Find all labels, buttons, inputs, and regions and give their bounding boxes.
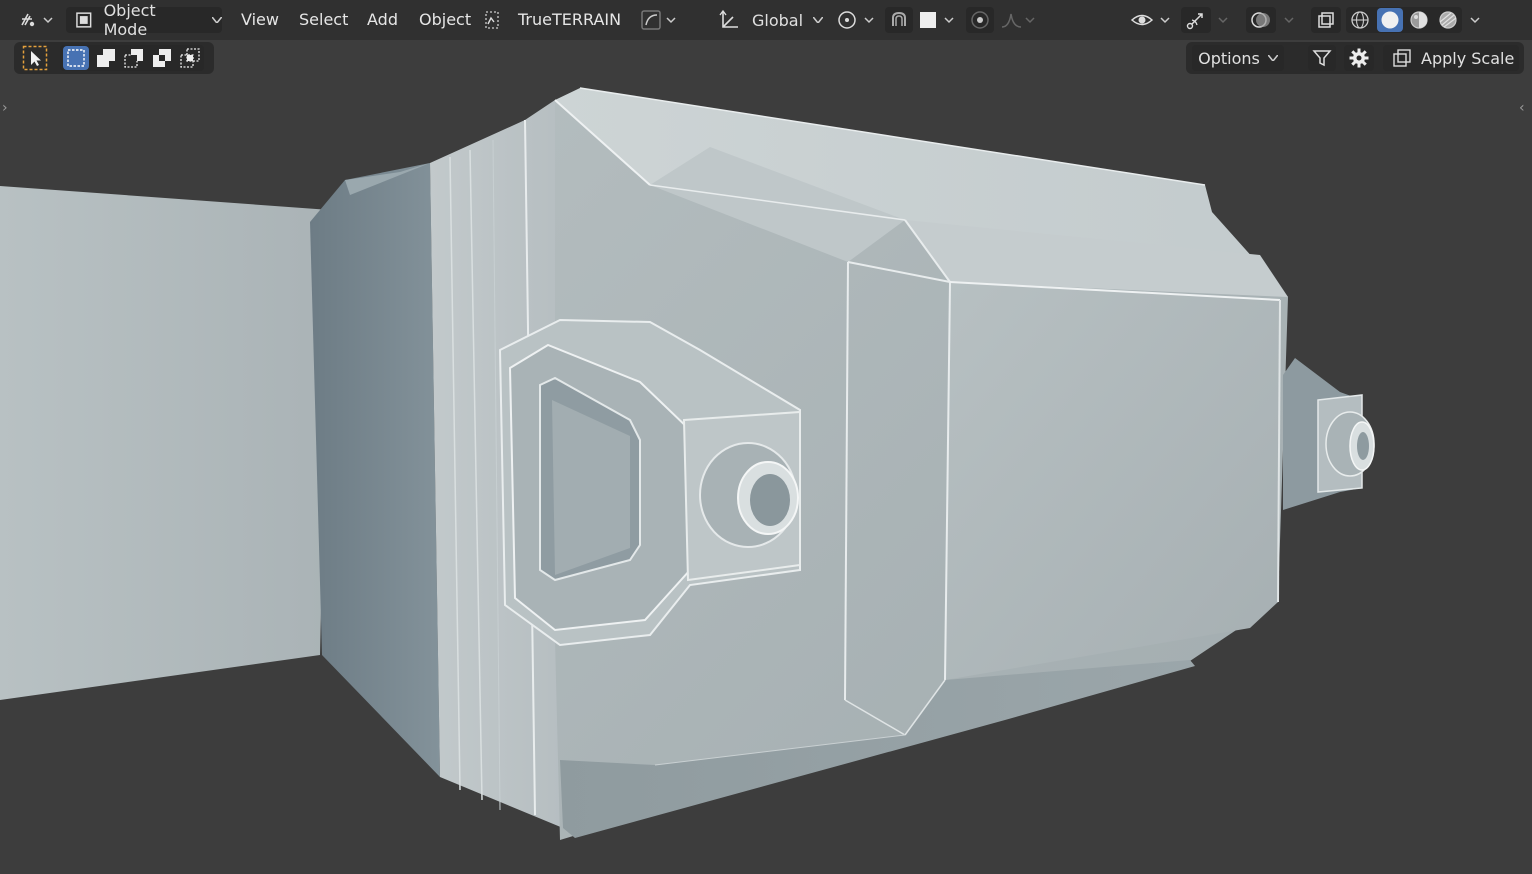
visibility-icon xyxy=(1130,14,1170,26)
options-label: Options xyxy=(1198,48,1260,68)
shading-modes xyxy=(1346,7,1462,33)
body-right-face xyxy=(945,282,1280,680)
body-left-face xyxy=(310,163,440,777)
pivot-icon xyxy=(838,11,874,29)
filter-icon xyxy=(1312,50,1332,67)
blender-window: › ‹ Object Mode View Select Add Object T… xyxy=(0,0,1532,874)
gizmo-toggle[interactable] xyxy=(1181,7,1211,33)
options-dropdown[interactable]: Options xyxy=(1192,45,1284,71)
proportional-falloff-dropdown[interactable] xyxy=(998,7,1040,33)
falloff-icon xyxy=(1001,13,1035,28)
3d-viewport[interactable] xyxy=(0,0,1532,874)
curve-icon xyxy=(641,10,676,30)
wireframe-shading-icon[interactable] xyxy=(1348,9,1372,31)
select-invert-icon[interactable] xyxy=(151,47,173,69)
menu-add[interactable]: Add xyxy=(367,7,398,33)
snap-toggle[interactable] xyxy=(885,7,913,33)
right-sidebar-expand-icon[interactable]: ‹ xyxy=(1519,100,1525,116)
select-new-icon xyxy=(67,49,85,67)
terrain-icon[interactable] xyxy=(480,7,504,33)
curve-dropdown[interactable] xyxy=(637,7,681,33)
solid-shading-button[interactable] xyxy=(1376,8,1403,32)
rendered-shading-icon[interactable] xyxy=(1436,9,1460,31)
menu-select[interactable]: Select xyxy=(299,7,348,33)
apply-scale-label: Apply Scale xyxy=(1421,48,1515,68)
select-subtract-icon[interactable] xyxy=(123,47,145,69)
chevron-down-icon xyxy=(1470,17,1480,24)
object-mode-label: Object Mode xyxy=(103,1,156,39)
tool-settings-bar xyxy=(14,42,214,74)
xray-toggle[interactable] xyxy=(1311,7,1341,33)
left-bar-mesh xyxy=(0,186,330,700)
select-extend-icon[interactable] xyxy=(95,47,117,69)
select-intersect-icon[interactable] xyxy=(179,47,201,69)
overlay-dropdown[interactable] xyxy=(1278,7,1300,33)
chevron-down-icon xyxy=(1218,17,1228,24)
orientation-label: Global xyxy=(752,10,804,30)
shading-dropdown[interactable] xyxy=(1464,7,1486,33)
filter-button[interactable] xyxy=(1308,45,1336,71)
snap-icon xyxy=(892,11,906,26)
apply-scale-button[interactable]: Apply Scale xyxy=(1383,45,1519,71)
proportional-edit-toggle[interactable] xyxy=(966,7,994,33)
gizmo-dropdown[interactable] xyxy=(1212,7,1234,33)
gizmo-icon xyxy=(1186,13,1203,30)
proportional-edit-icon xyxy=(971,11,989,29)
viewport-header: Object Mode View Select Add Object TrueT… xyxy=(0,0,1532,40)
snap-target-icon xyxy=(920,12,954,28)
pivot-dropdown[interactable] xyxy=(834,7,878,33)
object-mode-dropdown[interactable]: Object Mode xyxy=(66,1,222,39)
material-shading-icon[interactable] xyxy=(1407,9,1431,31)
xray-icon xyxy=(1318,12,1334,28)
overlay-toggle[interactable] xyxy=(1246,7,1276,33)
editor-type-icon[interactable] xyxy=(16,7,56,33)
chevron-down-icon xyxy=(212,17,222,23)
snap-target-dropdown[interactable] xyxy=(914,7,958,33)
select-new-button[interactable] xyxy=(63,46,89,70)
chevron-down-icon xyxy=(813,17,824,23)
bracket-boss-hole xyxy=(750,474,790,526)
menu-object[interactable]: Object xyxy=(419,7,471,33)
apply-scale-icon xyxy=(1393,49,1411,67)
tool-header-right: Options Apply Scale xyxy=(1186,42,1524,74)
settings-button[interactable] xyxy=(1344,45,1374,71)
visibility-dropdown[interactable] xyxy=(1128,7,1174,33)
overlay-icon xyxy=(1251,12,1270,28)
chevron-down-icon xyxy=(1267,55,1278,61)
select-tool-button[interactable] xyxy=(20,45,50,71)
trueterrain-menu[interactable]: TrueTERRAIN xyxy=(518,7,621,33)
solid-shading-icon xyxy=(1381,11,1399,29)
transform-orientation-dropdown[interactable]: Global xyxy=(714,7,824,33)
gear-icon xyxy=(1349,48,1369,68)
select-tool-icon xyxy=(22,45,48,71)
menu-view[interactable]: View xyxy=(241,7,279,33)
left-toolbar-expand-icon[interactable]: › xyxy=(2,100,8,116)
object-mode-icon xyxy=(76,12,92,28)
chevron-down-icon xyxy=(1284,17,1294,24)
transform-orientation-icon xyxy=(719,9,738,28)
select-mode-group xyxy=(60,45,204,71)
